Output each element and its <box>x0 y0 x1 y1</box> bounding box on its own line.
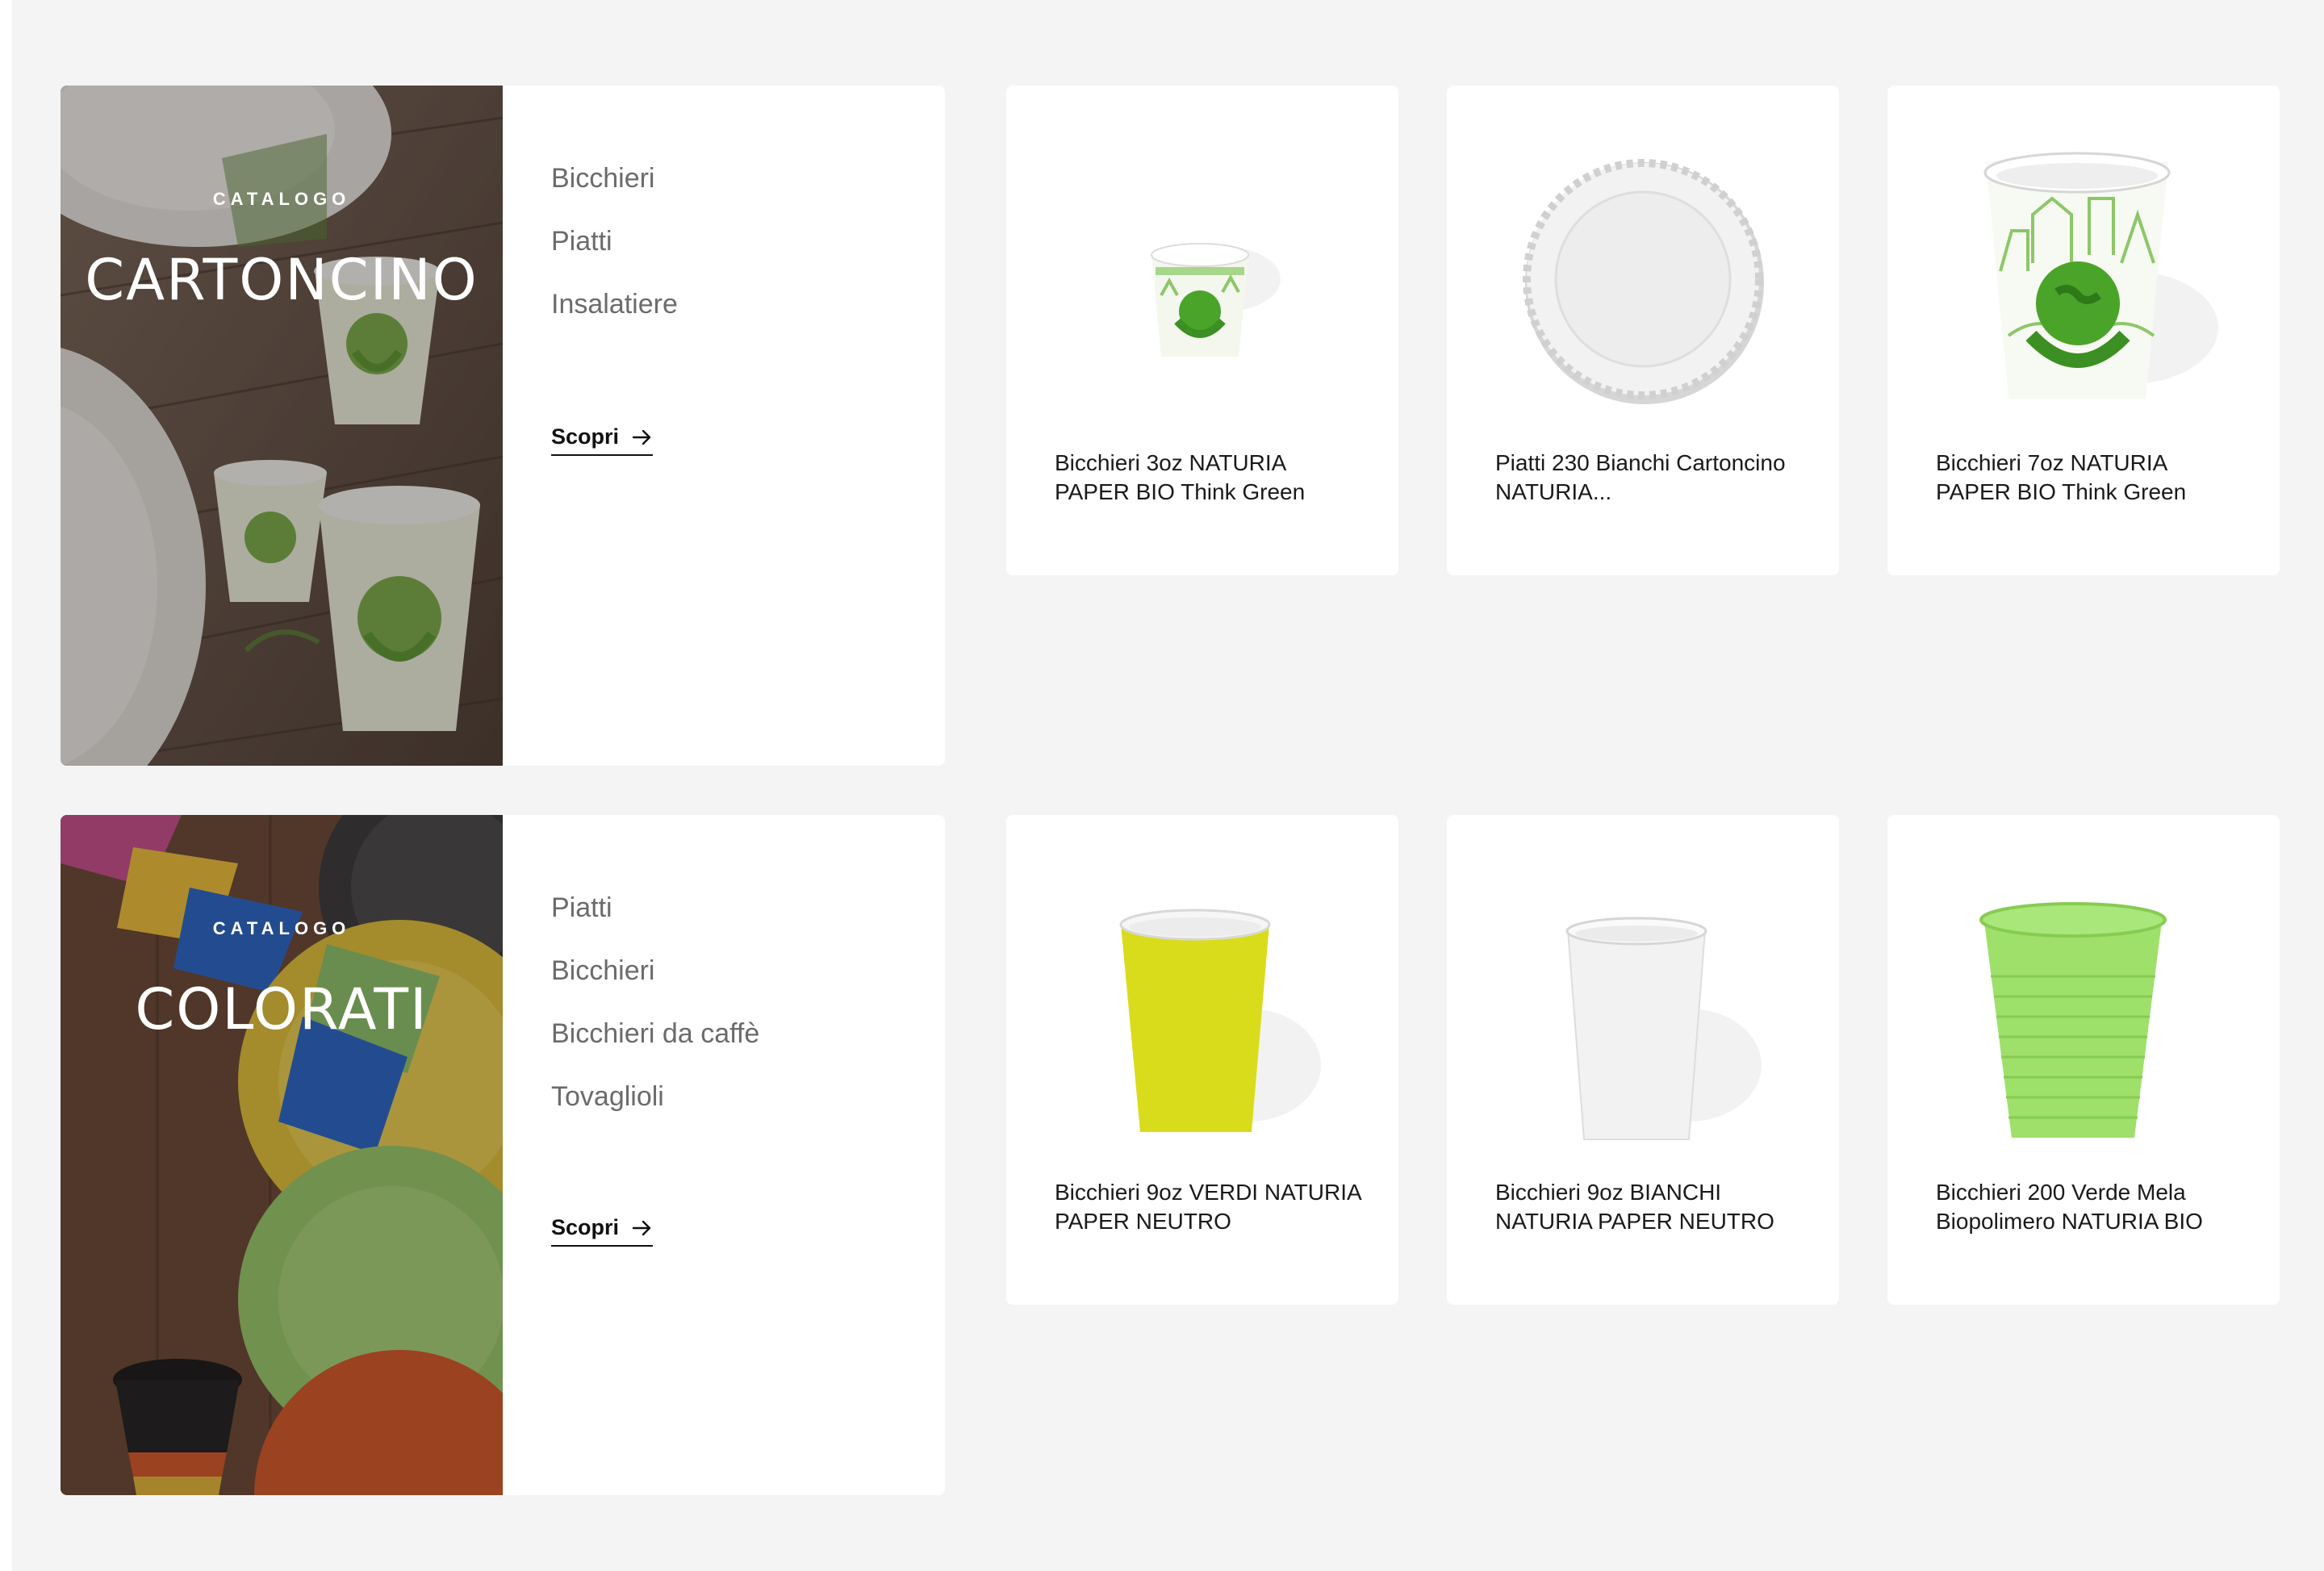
product-image <box>1887 134 2280 424</box>
arrow-right-icon <box>632 1220 653 1236</box>
catalog-image-overlay <box>61 815 503 1495</box>
discover-label: Scopri <box>551 1215 620 1239</box>
catalog-eyebrow: CATALOGO <box>212 189 351 209</box>
product-card[interactable]: Bicchieri 9oz VERDI NATURIA PAPER NEUTRO <box>1006 815 1398 1305</box>
product-card[interactable]: Piatti 230 Bianchi Cartoncino NATURIA... <box>1447 86 1839 575</box>
category-link-bicchieri[interactable]: Bicchieri <box>551 939 759 1002</box>
catalog-image-colorati[interactable]: CATALOGO COLORATI <box>61 815 503 1495</box>
catalog-row-cartoncino: CATALOGO CARTONCINO Bicchieri Piatti Ins… <box>61 86 2281 766</box>
product-name: Bicchieri 9oz VERDI NATURIA PAPER NEUTRO <box>1055 1180 1361 1234</box>
catalog-card-colorati: CATALOGO COLORATI Piatti Bicchieri Bicch… <box>61 815 945 1495</box>
catalog-title: COLORATI <box>135 976 428 1042</box>
product-name: Bicchieri 3oz NATURIA PAPER BIO Think Gr… <box>1055 450 1306 504</box>
product-image <box>1006 863 1398 1154</box>
category-link-insalatiere[interactable]: Insalatiere <box>551 273 678 336</box>
catalog-section: CATALOGO CARTONCINO Bicchieri Piatti Ins… <box>12 0 2324 1571</box>
product-name: Piatti 230 Bianchi Cartoncino NATURIA... <box>1495 450 1786 504</box>
discover-link[interactable]: Scopri <box>551 424 654 456</box>
product-name: Bicchieri 7oz NATURIA PAPER BIO Think Gr… <box>1936 450 2187 504</box>
category-link-piatti[interactable]: Piatti <box>551 210 678 273</box>
catalog-title: CARTONCINO <box>85 247 479 313</box>
catalog-row-colorati: CATALOGO COLORATI Piatti Bicchieri Bicch… <box>61 815 2281 1495</box>
catalog-category-links: Bicchieri Piatti Insalatiere <box>551 147 678 336</box>
product-card[interactable]: Bicchieri 200 Verde Mela Biopolimero NAT… <box>1887 815 2280 1305</box>
catalog-card-cartoncino: CATALOGO CARTONCINO Bicchieri Piatti Ins… <box>61 86 945 766</box>
catalog-category-links: Piatti Bicchieri Bicchieri da caffè Tova… <box>551 876 759 1128</box>
catalog-image-overlay <box>61 86 503 766</box>
product-image <box>1447 134 1839 424</box>
category-link-piatti[interactable]: Piatti <box>551 876 759 939</box>
discover-label: Scopri <box>551 424 620 449</box>
discover-link[interactable]: Scopri <box>551 1215 654 1247</box>
product-name: Bicchieri 200 Verde Mela Biopolimero NAT… <box>1936 1180 2203 1234</box>
category-link-bicchieri-da-caffe[interactable]: Bicchieri da caffè <box>551 1002 759 1065</box>
arrow-right-icon <box>632 429 653 445</box>
product-name: Bicchieri 9oz BIANCHI NATURIA PAPER NEUT… <box>1495 1180 1774 1234</box>
product-card[interactable]: Bicchieri 3oz NATURIA PAPER BIO Think Gr… <box>1006 86 1398 575</box>
product-image <box>1447 863 1839 1154</box>
category-link-tovaglioli[interactable]: Tovaglioli <box>551 1065 759 1128</box>
category-link-bicchieri[interactable]: Bicchieri <box>551 147 678 210</box>
catalog-eyebrow: CATALOGO <box>212 918 351 938</box>
product-image <box>1006 134 1398 424</box>
product-card[interactable]: Bicchieri 7oz NATURIA PAPER BIO Think Gr… <box>1887 86 2280 575</box>
product-image <box>1887 863 2280 1154</box>
catalog-image-cartoncino[interactable]: CATALOGO CARTONCINO <box>61 86 503 766</box>
product-card[interactable]: Bicchieri 9oz BIANCHI NATURIA PAPER NEUT… <box>1447 815 1839 1305</box>
